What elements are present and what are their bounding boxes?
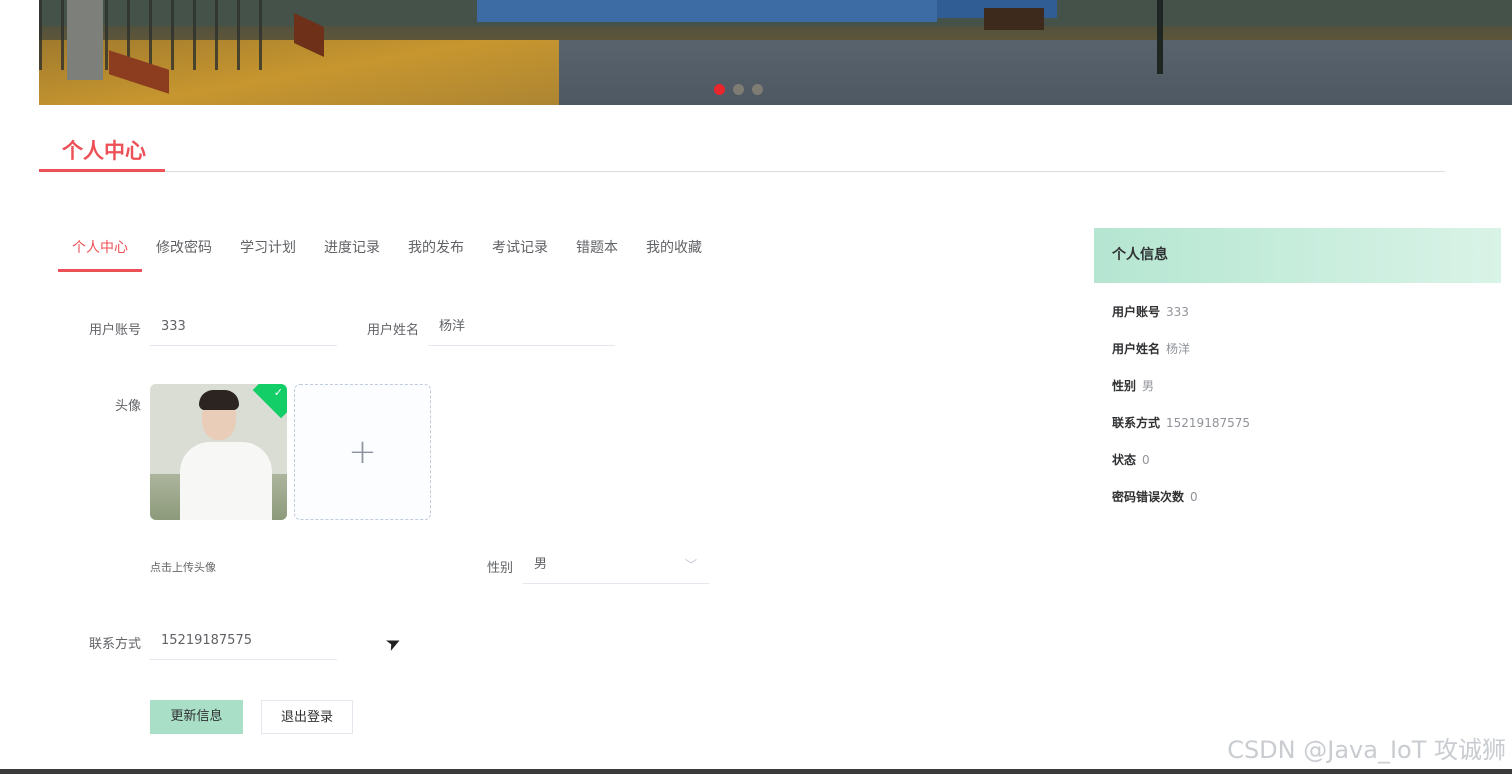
plus-icon: + xyxy=(348,432,377,472)
gender-select[interactable]: 男 ﹀ xyxy=(523,546,709,584)
watermark: CSDN @Java_IoT 攻诚狮 xyxy=(1227,736,1506,764)
contact-label: 联系方式 xyxy=(88,637,141,652)
name-input[interactable]: 杨洋 xyxy=(428,308,615,346)
avatar-label: 头像 xyxy=(114,399,141,414)
info-row: 用户账号 333 xyxy=(1112,303,1189,320)
info-key: 密码错误次数 xyxy=(1112,490,1185,504)
tab-exam-records[interactable]: 考试记录 xyxy=(478,228,562,272)
info-value: 男 xyxy=(1142,379,1155,393)
info-value: 15219187575 xyxy=(1166,416,1250,430)
banner-bench xyxy=(984,8,1044,30)
info-key: 状态 xyxy=(1112,453,1137,467)
info-value: 0 xyxy=(1190,490,1198,504)
tab-favorites[interactable]: 我的收藏 xyxy=(632,228,716,272)
check-icon: ✓ xyxy=(273,386,283,399)
tab-progress-records[interactable]: 进度记录 xyxy=(310,228,394,272)
mouse-cursor-icon: ➤ xyxy=(382,630,405,657)
banner-court xyxy=(559,40,1512,105)
info-key: 用户账号 xyxy=(1112,305,1161,319)
account-input[interactable]: 333 xyxy=(150,308,337,346)
personal-info-panel: 个人信息 用户账号 333 用户姓名 杨洋 性别男 联系方式 15219187575 … xyxy=(1094,228,1501,518)
section-title-underline xyxy=(39,169,165,172)
carousel-dot-3[interactable] xyxy=(752,84,763,95)
carousel-dot-1[interactable] xyxy=(714,84,725,95)
tab-wrong-questions[interactable]: 错题本 xyxy=(562,228,632,272)
bottom-bar xyxy=(0,769,1512,774)
logout-button[interactable]: 退出登录 xyxy=(261,700,353,734)
tab-study-plan[interactable]: 学习计划 xyxy=(226,228,310,272)
section-divider xyxy=(39,171,1445,172)
info-row: 性别男 xyxy=(1112,377,1154,394)
upload-hint: 点击上传头像 xyxy=(150,561,216,574)
info-row: 用户姓名 杨洋 xyxy=(1112,340,1190,357)
avatar-upload-button[interactable]: + xyxy=(294,384,431,520)
tab-change-password[interactable]: 修改密码 xyxy=(142,228,226,272)
info-key: 用户姓名 xyxy=(1112,342,1161,356)
page-title: 个人中心 xyxy=(62,139,146,163)
gender-label: 性别 xyxy=(486,561,513,576)
update-info-button[interactable]: 更新信息 xyxy=(150,700,243,734)
info-key: 性别 xyxy=(1112,379,1137,393)
info-row: 密码错误次数 0 xyxy=(1112,488,1198,505)
carousel-dot-2[interactable] xyxy=(733,84,744,95)
banner-tarp xyxy=(477,0,937,22)
info-value: 0 xyxy=(1142,453,1150,467)
info-value: 杨洋 xyxy=(1166,342,1191,356)
banner-post xyxy=(1157,0,1163,74)
banner-tree xyxy=(67,0,103,80)
info-row: 状态 0 xyxy=(1112,451,1150,468)
info-row: 联系方式 15219187575 xyxy=(1112,414,1250,431)
info-panel-title: 个人信息 xyxy=(1094,228,1501,283)
info-key: 联系方式 xyxy=(1112,416,1161,430)
banner-carousel[interactable] xyxy=(39,0,1512,105)
avatar-shirt xyxy=(180,442,272,520)
tab-bar: 个人中心 修改密码 学习计划 进度记录 我的发布 考试记录 错题本 我的收藏 xyxy=(58,228,716,272)
tab-profile[interactable]: 个人中心 xyxy=(58,228,142,272)
account-label: 用户账号 xyxy=(88,323,141,338)
avatar-hair xyxy=(199,390,239,410)
chevron-down-icon: ﹀ xyxy=(684,558,697,572)
tab-my-posts[interactable]: 我的发布 xyxy=(394,228,478,272)
avatar-image[interactable]: ✓ xyxy=(150,384,287,520)
info-value: 333 xyxy=(1166,305,1189,319)
contact-input[interactable]: 15219187575 xyxy=(150,622,337,660)
carousel-indicators xyxy=(714,84,763,95)
name-label: 用户姓名 xyxy=(366,323,419,338)
gender-select-value: 男 xyxy=(534,557,548,572)
